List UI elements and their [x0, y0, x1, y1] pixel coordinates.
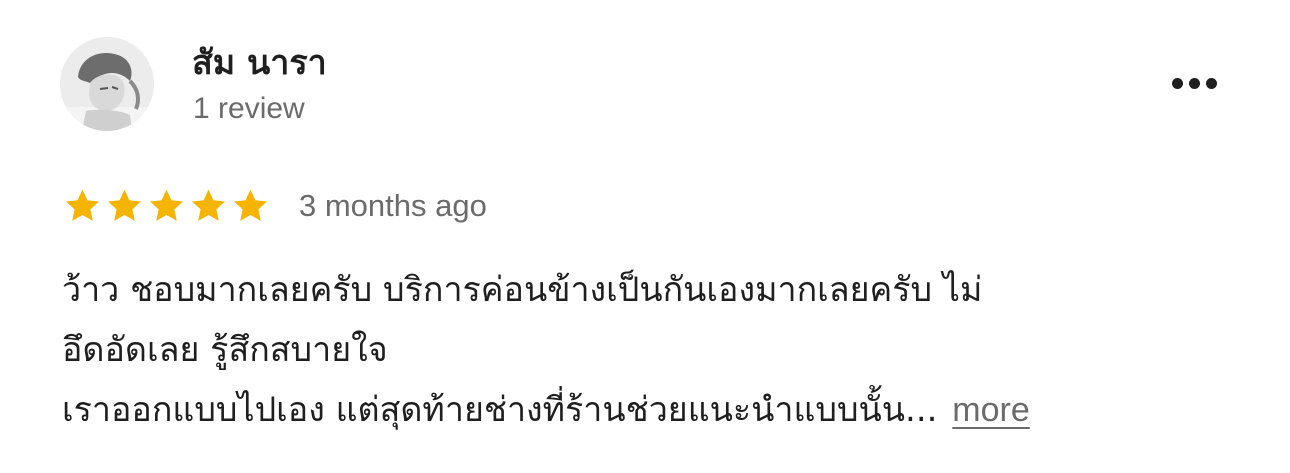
review-line-last: เราออกแบบไปเอง แต่สุดท้ายช่างที่ร้านช่วย… — [62, 380, 1232, 440]
star-icon — [104, 186, 145, 226]
star-icon — [146, 186, 187, 226]
rating-row: 3 months ago — [62, 184, 487, 228]
review-line-text: เราออกแบบไปเอง แต่สุดท้ายช่างที่ร้านช่วย… — [62, 390, 938, 430]
more-options-dot — [1171, 77, 1183, 89]
reviewer-review-count: 1 review — [193, 92, 305, 125]
review-text: ว้าว ชอบมากเลยครับ บริการค่อนข้างเป็นกัน… — [62, 260, 1232, 440]
review-line: อึดอัดเลย รู้สึกสบายใจ — [62, 330, 388, 370]
reviewer-name[interactable]: สัม นารา — [192, 40, 327, 86]
star-icon — [230, 186, 271, 226]
more-options-dot — [1188, 77, 1200, 89]
review-date: 3 months ago — [299, 188, 487, 223]
star-icon — [188, 186, 229, 226]
more-link[interactable]: more — [952, 391, 1029, 429]
star-icon — [62, 186, 103, 226]
review-line: ว้าว ชอบมากเลยครับ บริการค่อนข้างเป็นกัน… — [62, 270, 983, 310]
more-options-dot — [1205, 77, 1217, 89]
more-options-icon[interactable] — [1164, 68, 1224, 98]
review-card: สัม นารา 1 review 3 months ago ว้าว ชอบม… — [0, 0, 1290, 473]
avatar-photo — [60, 37, 154, 131]
reviewer-avatar[interactable] — [60, 37, 154, 131]
star-rating — [62, 186, 271, 226]
